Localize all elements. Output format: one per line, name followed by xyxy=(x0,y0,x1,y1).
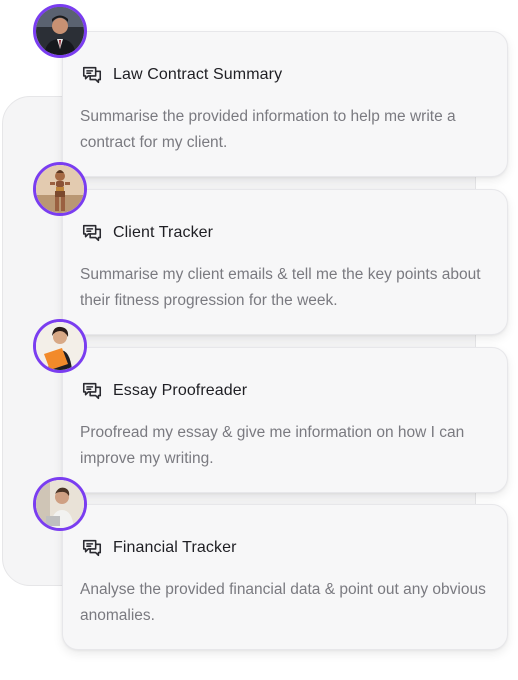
prompt-card-essay-proofreader[interactable]: Essay Proofreader Proofread my essay & g… xyxy=(62,347,508,493)
man-at-laptop-avatar-icon xyxy=(36,480,84,528)
prompt-card-law-contract-summary[interactable]: Law Contract Summary Summarise the provi… xyxy=(62,31,508,177)
card-header: Client Tracker xyxy=(81,222,213,244)
card-header: Law Contract Summary xyxy=(81,64,282,86)
avatar-man-in-suit xyxy=(33,4,87,58)
card-title: Financial Tracker xyxy=(113,539,237,556)
prompt-card-client-tracker[interactable]: Client Tracker Summarise my client email… xyxy=(62,189,508,335)
woman-with-folder-avatar-icon xyxy=(36,322,84,370)
card-description: Summarise the provided information to he… xyxy=(80,108,456,151)
fitness-woman-avatar-icon xyxy=(36,165,84,213)
chat-bubble-icon xyxy=(82,66,102,84)
avatar-woman-with-folder xyxy=(33,319,87,373)
man-in-suit-avatar-icon xyxy=(36,7,84,55)
card-title: Essay Proofreader xyxy=(113,382,248,399)
avatar-man-at-laptop xyxy=(33,477,87,531)
prompt-card-financial-tracker[interactable]: Financial Tracker Analyse the provided f… xyxy=(62,504,508,650)
chat-bubble-icon xyxy=(82,539,102,557)
card-header: Financial Tracker xyxy=(81,537,237,559)
card-description: Proofread my essay & give me information… xyxy=(80,424,465,467)
avatar-fitness-woman xyxy=(33,162,87,216)
card-description: Summarise my client emails & tell me the… xyxy=(80,266,481,309)
prompt-list: Law Contract Summary Summarise the provi… xyxy=(0,0,518,680)
card-title: Client Tracker xyxy=(113,224,214,241)
card-title: Law Contract Summary xyxy=(113,66,283,83)
chat-bubble-icon xyxy=(82,382,102,400)
card-description: Analyse the provided financial data & po… xyxy=(80,581,486,624)
card-header: Essay Proofreader xyxy=(81,380,247,402)
chat-bubble-icon xyxy=(82,224,102,242)
